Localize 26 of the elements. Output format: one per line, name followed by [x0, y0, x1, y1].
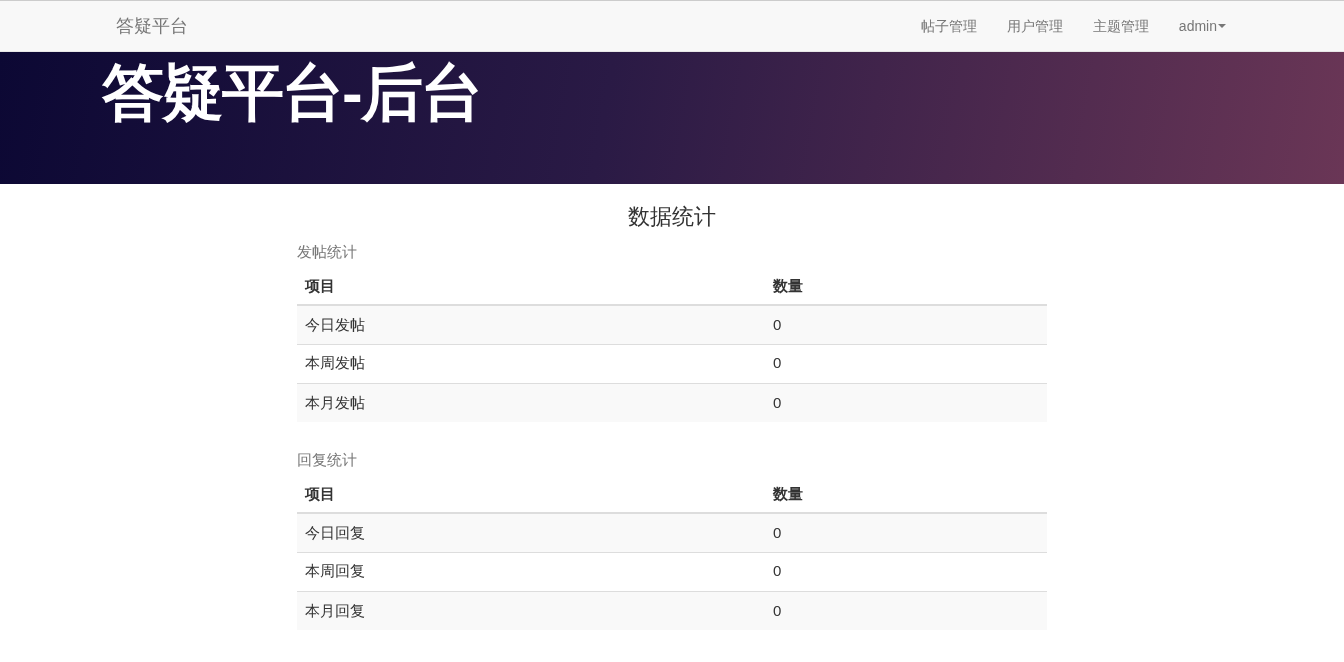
table-cell: 本月发帖 [297, 383, 765, 422]
table-cell: 0 [765, 305, 1047, 344]
nav-link[interactable]: 帖子管理 [920, 15, 977, 37]
table-caption: 发帖统计 [297, 242, 358, 262]
column-header: 项目 [297, 268, 765, 305]
table-cell: 0 [765, 344, 1047, 383]
hero-title: 答疑平台-后台 [102, 57, 482, 129]
table-cell: 0 [765, 513, 1047, 552]
nav-link[interactable]: 用户管理 [1006, 15, 1063, 37]
page-title: 数据统计 [627, 203, 717, 231]
table-cell: 0 [765, 591, 1047, 630]
table-cell: 今日回复 [297, 513, 765, 552]
table-cell: 本周回复 [297, 552, 765, 591]
column-header: 数量 [765, 476, 1047, 513]
column-header: 项目 [297, 476, 765, 513]
table-caption: 回复统计 [297, 450, 358, 470]
table-cell: 0 [765, 383, 1047, 422]
table-cell: 本月回复 [297, 591, 765, 630]
user-menu[interactable]: admin [1178, 15, 1226, 37]
table-cell: 0 [765, 552, 1047, 591]
brand-link[interactable]: 答疑平台 [116, 12, 188, 40]
table-cell: 本周发帖 [297, 344, 765, 383]
table-cell: 今日发帖 [297, 305, 765, 344]
column-header: 数量 [765, 268, 1047, 305]
caret-icon [1218, 24, 1226, 28]
nav-link[interactable]: 主题管理 [1092, 15, 1149, 37]
